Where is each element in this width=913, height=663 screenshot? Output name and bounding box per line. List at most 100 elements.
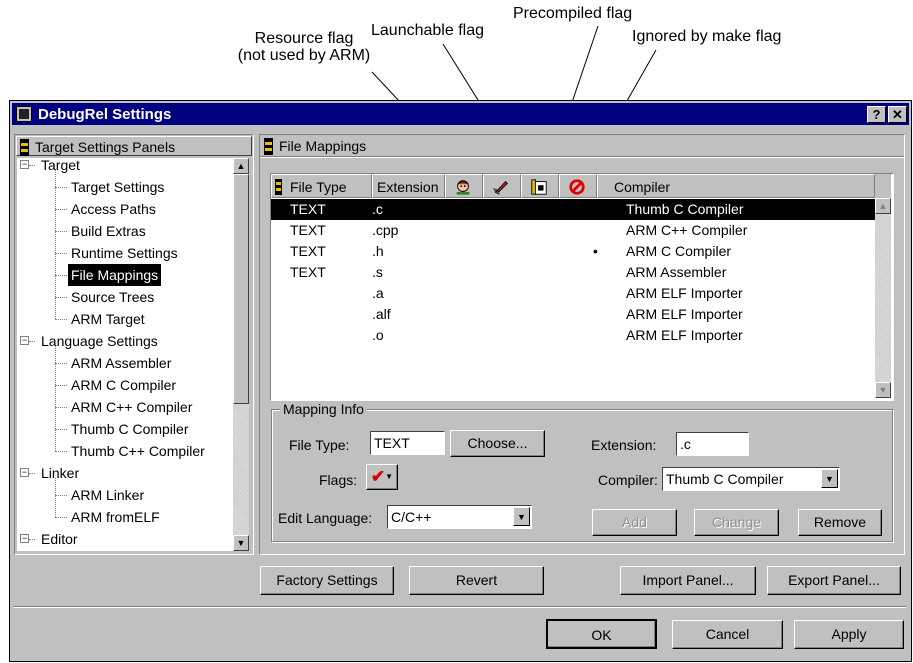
tree-connector [55,451,67,452]
tree-connector [55,253,67,254]
tree-group-item[interactable]: − Editor [17,528,233,550]
callout-resource-flag: Resource flag (not used by ARM) [210,30,398,64]
table-row[interactable]: TEXT .cpp ARM C++ Compiler [271,220,875,241]
tree-connector [55,407,67,408]
collapse-icon[interactable]: − [20,534,29,543]
col-launchable-flag[interactable] [483,174,521,198]
revert-button[interactable]: Revert [409,566,544,595]
apply-button[interactable]: Apply [794,620,904,649]
edit-language-select[interactable]: C/C++ ▼ [387,505,532,529]
table-row[interactable]: TEXT .c Thumb C Compiler [271,199,875,220]
tree-item[interactable]: Thumb C++ Compiler [17,440,233,462]
cell-extension: .s [372,264,383,280]
tree-item-label: ARM Linker [71,487,145,503]
cell-compiler: Thumb C Compiler [626,201,744,217]
tree-item[interactable]: Build Extras [17,220,233,242]
cell-file-type: TEXT [290,222,326,238]
file-mappings-header: File Mappings [261,136,903,156]
factory-settings-button[interactable]: Factory Settings [260,566,394,595]
tree-item-label: Target Settings [71,179,165,195]
table-row[interactable]: .a ARM ELF Importer [271,283,875,304]
table-row[interactable]: TEXT .s ARM Assembler [271,262,875,283]
settings-tree[interactable]: − Target Target Settings Access Paths Build … [17,158,233,551]
collapse-icon[interactable]: − [20,468,29,477]
tree-scroll-down-button[interactable]: ▼ [233,535,249,551]
cell-extension: .c [372,201,383,217]
tree-scroll-up-button[interactable]: ▲ [233,158,249,174]
tree-scroll-thumb[interactable] [233,174,249,404]
tree-item[interactable]: ARM C++ Compiler [17,396,233,418]
table-row[interactable]: .o ARM ELF Importer [271,325,875,346]
tree-connector [55,275,67,276]
tree-connector [55,385,67,386]
tree-item[interactable]: Target Settings [17,176,233,198]
help-button[interactable]: ? [867,106,886,123]
title-bar[interactable]: DebugRel Settings ? ✕ [12,103,909,125]
ok-button[interactable]: OK [546,619,657,649]
tree-item[interactable]: ARM Assembler [17,352,233,374]
tree-connector [55,429,67,430]
tree-item-label: Editor [41,531,78,547]
tree-group-item[interactable]: − Language Settings [17,330,233,352]
export-panel-button[interactable]: Export Panel... [767,566,901,595]
tree-item[interactable]: Runtime Settings [17,242,233,264]
cell-compiler: ARM C++ Compiler [626,222,748,238]
settings-panels-title: Target Settings Panels [35,139,176,155]
tree-connector [55,209,67,210]
remove-button[interactable]: Remove [798,509,882,536]
file-type-field[interactable]: TEXT [370,431,445,455]
settings-panels-frame: Target Settings Panels − Target Target Set… [14,134,254,555]
add-button[interactable]: Add [592,509,677,536]
tree-connector [55,297,67,298]
tree-item[interactable]: ARM Linker [17,484,233,506]
callout-resource-line1: Resource flag [254,30,354,47]
col-compiler[interactable]: Compiler [597,174,875,198]
chevron-down-icon[interactable]: ▼ [513,507,530,526]
header-divider [260,156,904,158]
close-button[interactable]: ✕ [888,106,907,123]
tree-group-item[interactable]: − Linker [17,462,233,484]
tree-item-label: Build Extras [71,223,146,239]
tree-item[interactable]: ARM C Compiler [17,374,233,396]
edit-language-value: C/C++ [391,509,432,525]
import-panel-button[interactable]: Import Panel... [620,566,756,595]
tree-item[interactable]: File Mappings [17,264,233,286]
cell-ignored-flag: • [593,243,598,259]
tree-item-label: Thumb C++ Compiler [71,443,205,459]
mappings-list[interactable]: File Type Extension Compiler TEXT .c Thu… [271,174,875,398]
tree-item[interactable]: Source Trees [17,286,233,308]
col-extension-label: Extension [377,179,439,195]
table-row[interactable]: TEXT .h • ARM C Compiler [271,241,875,262]
cancel-button[interactable]: Cancel [672,620,783,649]
tree-group-item[interactable]: − Target [17,158,233,176]
chevron-down-icon[interactable]: ▼ [821,469,838,488]
col-file-type[interactable]: File Type [271,174,372,198]
cell-file-type: TEXT [290,264,326,280]
tree-item[interactable]: ARM Target [17,308,233,330]
file-mappings-frame: File Mappings File Type Extension Compil… [259,134,905,555]
tree-item[interactable]: ARM fromELF [17,506,233,528]
collapse-icon[interactable]: − [20,336,29,345]
compiler-select[interactable]: Thumb C Compiler ▼ [662,467,840,491]
list-scrollbar[interactable]: ▲ ▼ [875,174,891,398]
list-scroll-up-button[interactable]: ▲ [875,198,891,214]
col-precompiled-flag[interactable] [521,174,559,198]
change-button[interactable]: Change [694,509,779,536]
list-scroll-down-button[interactable]: ▼ [875,382,891,398]
rocket-icon [493,180,508,195]
settings-panels-header: Target Settings Panels [16,136,252,156]
col-ignored-flag[interactable] [559,174,597,198]
flags-popup-button[interactable]: ✔▼ [366,464,398,490]
table-row[interactable]: .alf ARM ELF Importer [271,304,875,325]
callout-resource-line2: (not used by ARM) [237,47,371,64]
popup-arrow-icon: ▼ [385,472,394,481]
choose-button[interactable]: Choose... [450,430,545,457]
tree-scrollbar[interactable]: ▲ ▼ [233,158,249,551]
tree-connector [55,517,67,518]
extension-field[interactable]: .c [676,432,749,456]
tree-item[interactable]: Access Paths [17,198,233,220]
collapse-icon[interactable]: − [20,160,29,169]
col-resource-flag[interactable] [445,174,483,198]
tree-item[interactable]: Thumb C Compiler [17,418,233,440]
col-extension[interactable]: Extension [372,174,445,198]
